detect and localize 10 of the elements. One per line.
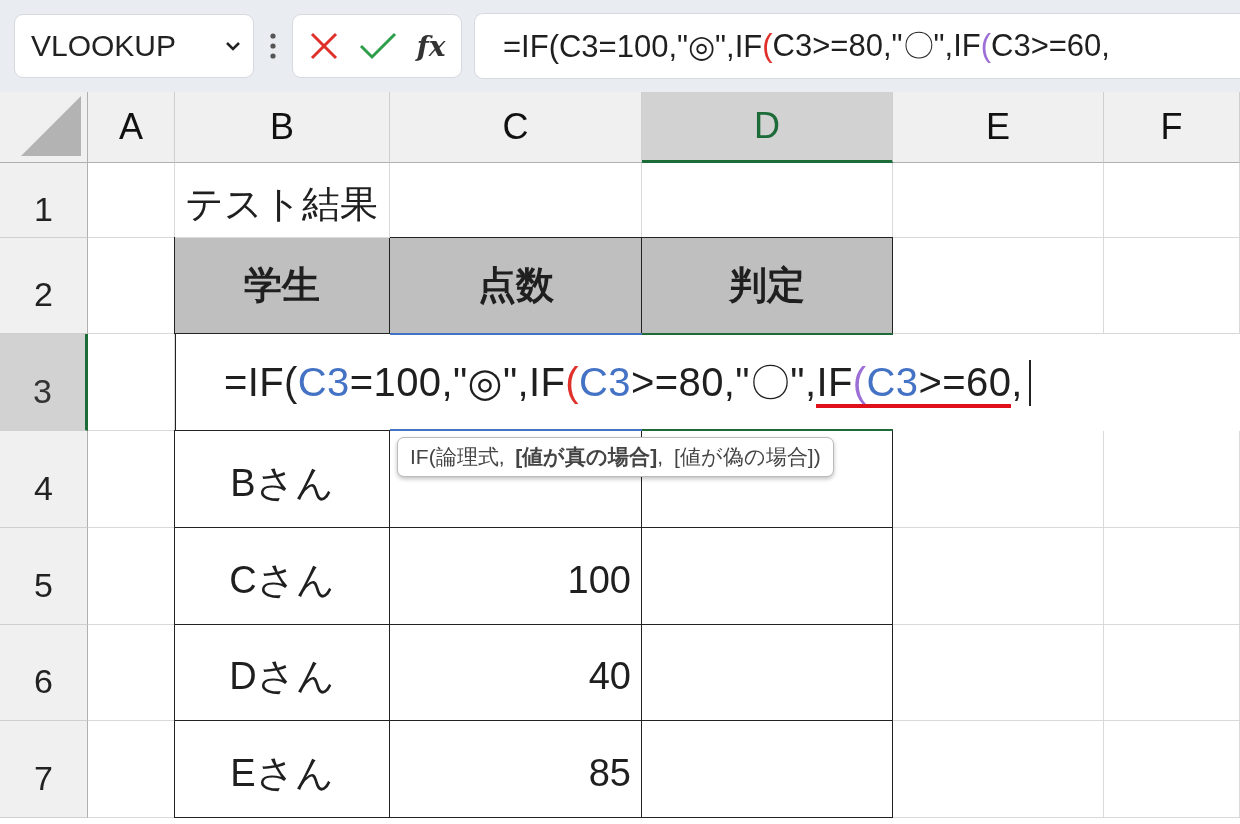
name-box-value: VLOOKUP — [31, 29, 177, 63]
table-header: 判定 — [641, 237, 893, 334]
formula-text: =IF(C3=100,"◎",IF — [503, 27, 763, 65]
formula-text: C3>=80,"〇",IF — [772, 27, 981, 65]
formula-text: C3>=60, — [991, 28, 1110, 64]
table-header: 学生 — [174, 237, 390, 334]
function-tooltip: IF(論理式, [値が真の場合], [値が偽の場合]) — [397, 437, 834, 477]
formula-text: ( — [762, 28, 773, 64]
formula-text: ( — [980, 28, 992, 64]
table-header: 点数 — [389, 237, 642, 334]
